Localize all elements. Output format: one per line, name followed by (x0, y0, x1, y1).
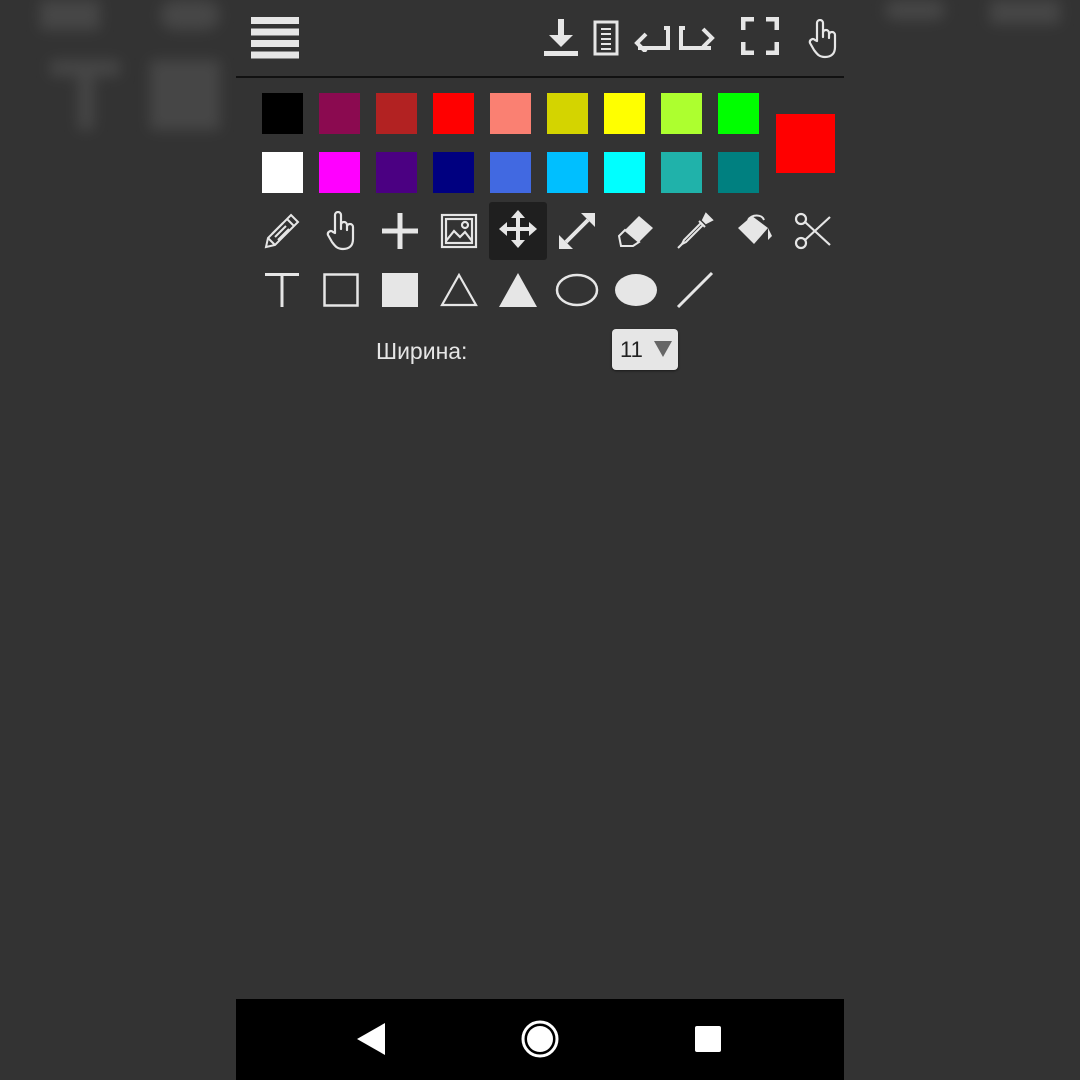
color-swatch[interactable] (433, 152, 474, 193)
system-navigation-bar (236, 999, 844, 1080)
color-swatch[interactable] (547, 152, 588, 193)
color-swatch[interactable] (490, 93, 531, 134)
pencil-tool[interactable] (253, 204, 311, 262)
rectangle-filled-tool[interactable] (371, 263, 429, 321)
fill-bucket-icon (734, 214, 774, 253)
ellipse-filled-tool[interactable] (607, 263, 665, 321)
eraser-tool[interactable] (607, 204, 665, 262)
color-swatch[interactable] (319, 93, 360, 134)
hand-pointer-icon (324, 210, 358, 256)
menu-icon[interactable] (250, 16, 300, 60)
cut-tool[interactable] (784, 204, 842, 262)
rectangle-filled-icon (382, 272, 418, 312)
width-value: 11 (620, 336, 643, 362)
line-icon (676, 271, 714, 314)
chevron-down-icon (654, 341, 672, 362)
color-swatch[interactable] (661, 93, 702, 134)
add-tool[interactable] (371, 204, 429, 262)
hand-pointer-icon[interactable] (806, 18, 840, 60)
triangle-filled-icon (499, 272, 537, 312)
scissors-icon (794, 212, 832, 255)
color-swatch[interactable] (718, 152, 759, 193)
ellipse-filled-icon (614, 273, 658, 312)
back-icon[interactable] (354, 1021, 388, 1057)
width-label: Ширина: (376, 338, 468, 364)
color-swatch[interactable] (319, 152, 360, 193)
width-select[interactable]: 11 (612, 329, 678, 370)
pencil-icon (263, 212, 301, 255)
triangle-filled-tool[interactable] (489, 263, 547, 321)
color-swatch[interactable] (490, 152, 531, 193)
move-tool[interactable] (489, 202, 547, 260)
image-icon (440, 213, 478, 254)
color-swatch[interactable] (433, 93, 474, 134)
move-icon (499, 209, 537, 253)
top-toolbar (236, 0, 844, 78)
document-icon[interactable] (592, 18, 620, 58)
rectangle-outline-icon (323, 272, 359, 312)
download-icon[interactable] (542, 18, 580, 58)
resize-icon (558, 212, 596, 255)
redo-arrow-icon[interactable] (678, 22, 716, 54)
color-swatch[interactable] (262, 93, 303, 134)
fill-tool[interactable] (725, 204, 783, 262)
color-swatch[interactable] (376, 152, 417, 193)
triangle-outline-icon (440, 272, 478, 312)
app-screen: Ширина: 11 (236, 0, 844, 1080)
current-color-swatch[interactable] (776, 114, 835, 173)
eraser-icon (617, 214, 655, 253)
home-icon[interactable] (520, 1019, 560, 1059)
eyedropper-tool[interactable] (666, 204, 724, 262)
undo-arrow-icon[interactable] (633, 22, 671, 54)
text-tool[interactable] (253, 263, 311, 321)
color-swatch[interactable] (376, 93, 417, 134)
color-swatch[interactable] (604, 152, 645, 193)
rectangle-outline-tool[interactable] (312, 263, 370, 321)
image-tool[interactable] (430, 204, 488, 262)
resize-tool[interactable] (548, 204, 606, 262)
eyedropper-icon (676, 211, 714, 255)
line-tool[interactable] (666, 263, 724, 321)
color-swatch[interactable] (547, 93, 588, 134)
color-swatch[interactable] (661, 152, 702, 193)
color-swatch[interactable] (718, 93, 759, 134)
ellipse-outline-tool[interactable] (548, 263, 606, 321)
triangle-outline-tool[interactable] (430, 263, 488, 321)
recents-icon[interactable] (694, 1025, 722, 1053)
ellipse-outline-icon (555, 273, 599, 312)
fullscreen-icon[interactable] (740, 16, 780, 56)
color-swatch[interactable] (604, 93, 645, 134)
plus-icon (382, 212, 418, 254)
text-icon (264, 272, 300, 313)
color-swatch[interactable] (262, 152, 303, 193)
hand-tool[interactable] (312, 204, 370, 262)
